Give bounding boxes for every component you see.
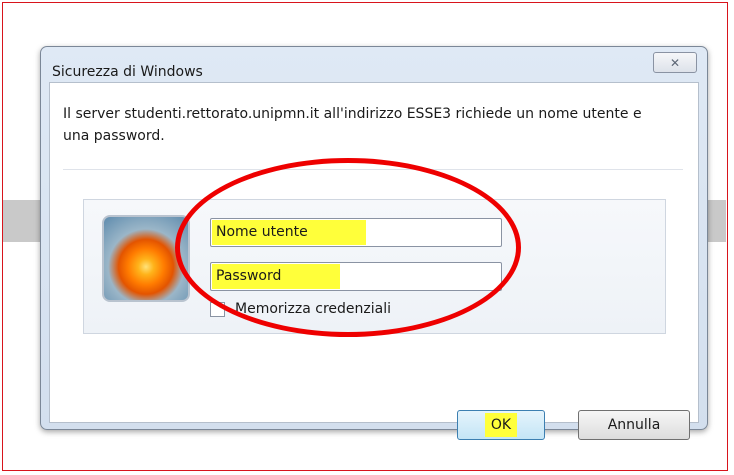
dialog-title: Sicurezza di Windows (52, 64, 203, 80)
dialog-content-panel: Il server studenti.rettorato.unipmn.it a… (49, 82, 699, 440)
background-band-left (3, 200, 43, 242)
remember-credentials[interactable]: Memorizza credenziali (210, 301, 391, 317)
credential-box: Nome utente Password Memorizza credenzia… (83, 199, 666, 334)
user-avatar-flower-icon (102, 215, 190, 302)
dialog-message: Il server studenti.rettorato.unipmn.it a… (63, 106, 642, 144)
windows-security-dialog: Sicurezza di Windows ✕ Il server student… (40, 46, 708, 440)
ok-button-label: OK (484, 413, 518, 437)
username-placeholder: Nome utente (212, 220, 366, 245)
close-icon: ✕ (669, 55, 681, 70)
separator (63, 169, 683, 170)
ok-button[interactable]: OK (457, 410, 545, 440)
remember-checkbox[interactable] (210, 301, 225, 317)
username-field[interactable]: Nome utente (210, 218, 502, 247)
password-field[interactable]: Password (210, 262, 502, 291)
close-button[interactable]: ✕ (653, 52, 697, 73)
cancel-button[interactable]: Annulla (578, 410, 690, 440)
remember-label: Memorizza credenziali (235, 301, 391, 317)
password-placeholder: Password (212, 264, 340, 289)
